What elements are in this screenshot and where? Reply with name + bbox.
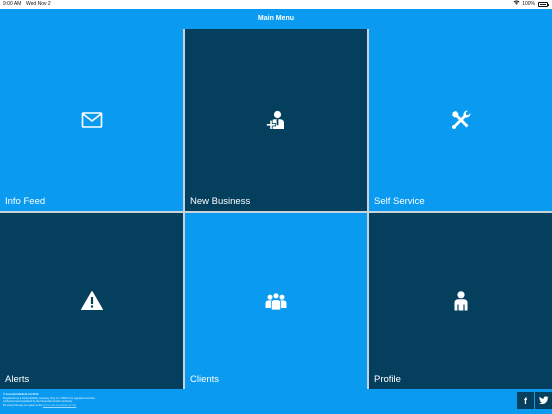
battery-icon	[538, 2, 549, 7]
status-bar: 9:00 AM Wed Nov 2 100%	[0, 0, 552, 9]
twitter-icon	[538, 396, 549, 405]
nav-bar: Main Menu	[0, 9, 552, 29]
tile-profile[interactable]: Profile	[369, 213, 552, 389]
facebook-icon: f	[524, 395, 527, 406]
group-icon	[264, 289, 288, 313]
wifi-icon	[513, 0, 520, 9]
status-right: 100%	[513, 0, 549, 9]
terms-link[interactable]: Terms and Conditions of Use	[43, 404, 76, 407]
tile-label: Clients	[190, 374, 220, 385]
person-icon	[449, 289, 473, 313]
grid-divider	[367, 29, 369, 389]
status-date: Wed Nov 2	[26, 1, 51, 7]
tools-icon	[449, 108, 473, 132]
page-title: Main Menu	[257, 15, 295, 22]
tile-self-service[interactable]: Self Service	[369, 29, 552, 211]
tile-clients[interactable]: Clients	[185, 213, 367, 389]
tile-new-business[interactable]: New Business	[185, 29, 367, 211]
footer: © Assurant Medical Ltd 2016 Registered a…	[0, 389, 552, 414]
menu-grid: Info Feed New Business Self Service Aler…	[0, 29, 552, 389]
facebook-button[interactable]: f	[517, 392, 534, 409]
tile-label: Profile	[374, 374, 401, 385]
footer-terms-line: By using this app you agree to the Terms…	[3, 404, 77, 407]
grid-divider	[0, 211, 552, 213]
grid-divider	[183, 29, 185, 389]
tile-label: Alerts	[5, 374, 30, 385]
tile-label: New Business	[190, 196, 251, 207]
envelope-icon	[80, 108, 104, 132]
footer-legal-line: Authorised and regulated by the Financia…	[3, 400, 73, 403]
tile-label: Self Service	[374, 196, 425, 207]
business-person-add-icon	[264, 108, 288, 132]
twitter-button[interactable]	[535, 392, 552, 409]
tile-label: Info Feed	[5, 196, 46, 207]
status-time: 9:00 AM	[3, 1, 22, 7]
footer-copyright: © Assurant Medical Ltd 2016	[3, 393, 39, 396]
warning-icon	[80, 289, 104, 313]
tile-info-feed[interactable]: Info Feed	[0, 29, 183, 211]
tile-alerts[interactable]: Alerts	[0, 213, 183, 389]
battery-percent: 100%	[522, 1, 535, 7]
